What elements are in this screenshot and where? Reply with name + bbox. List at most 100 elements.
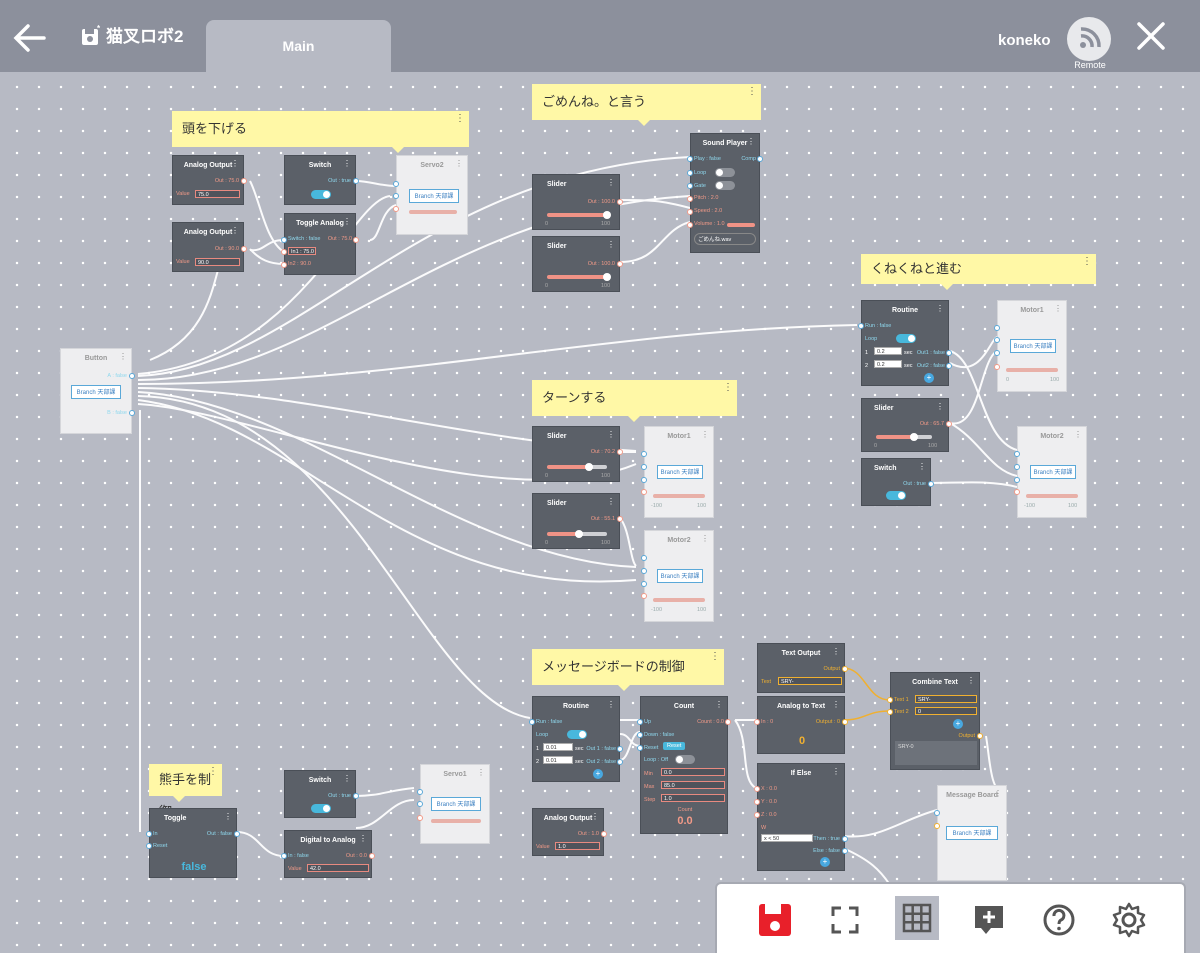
node-menu-icon[interactable]: ⋮ [607, 497, 615, 506]
note-turn[interactable]: ターンする ⋮ [532, 380, 737, 422]
slider-knob[interactable] [585, 463, 593, 471]
output-port[interactable] [353, 237, 359, 243]
value-field[interactable]: 75.0 [195, 190, 240, 198]
loop-toggle[interactable] [567, 730, 587, 739]
node-menu-icon[interactable]: ⋮ [701, 534, 709, 543]
node-digital-to-analog[interactable]: Digital to Analog ⋮ In : false Out : 0.0… [281, 830, 375, 878]
input-port[interactable] [529, 719, 535, 725]
input-port[interactable] [393, 181, 399, 187]
output-port[interactable] [129, 410, 135, 416]
output-port[interactable] [946, 350, 952, 356]
input-port[interactable] [637, 719, 643, 725]
grid-icon[interactable] [895, 896, 939, 940]
branch-button[interactable]: Branch 天部課 [1030, 465, 1076, 479]
output-port[interactable] [842, 836, 848, 842]
input-port[interactable] [687, 209, 693, 215]
condition-field[interactable]: x < 50 [761, 834, 813, 842]
add-input-icon[interactable]: + [820, 857, 830, 867]
node-switch-1[interactable]: Switch ⋮ Out : true [284, 155, 359, 205]
output-port[interactable] [928, 481, 934, 487]
input-port[interactable] [754, 786, 760, 792]
node-menu-icon[interactable]: ⋮ [832, 647, 840, 656]
output-port[interactable] [946, 363, 952, 369]
time-field[interactable]: 0.01 [543, 756, 573, 764]
node-menu-icon[interactable]: ⋮ [936, 304, 944, 313]
node-slider-speed[interactable]: Slider ⋮ Out : 100.0 0 100 [532, 236, 623, 292]
node-menu-icon[interactable]: ⋮ [1074, 430, 1082, 439]
node-menu-icon[interactable]: ⋮ [224, 812, 232, 821]
output-port[interactable] [617, 516, 623, 522]
note-menu-icon[interactable]: ⋮ [208, 766, 218, 778]
node-routine-1[interactable]: Routine ⋮ Run : false Loop 1 0.2 sec Out… [858, 300, 952, 386]
node-menu-icon[interactable]: ⋮ [967, 676, 975, 685]
time-field[interactable]: 0.2 [874, 347, 902, 355]
input-port[interactable] [641, 593, 647, 599]
note-head-down[interactable]: 頭を下げる ⋮ [172, 111, 469, 153]
input-port[interactable] [934, 823, 940, 829]
input-port[interactable] [1014, 477, 1020, 483]
output-port[interactable] [842, 666, 848, 672]
node-menu-icon[interactable]: ⋮ [918, 462, 926, 471]
fullscreen-icon[interactable] [825, 900, 865, 940]
input-port[interactable] [637, 745, 643, 751]
node-menu-icon[interactable]: ⋮ [231, 159, 239, 168]
node-motor2-turn[interactable]: Motor2 ⋮ Branch 天部課 -100 100 [641, 530, 714, 622]
reset-button[interactable]: Reset [663, 742, 686, 750]
node-menu-icon[interactable]: ⋮ [477, 768, 485, 777]
input-port[interactable] [281, 853, 287, 859]
input-port[interactable] [1014, 489, 1020, 495]
input-port[interactable] [887, 709, 893, 715]
note-menu-icon[interactable]: ⋮ [1082, 256, 1092, 268]
node-menu-icon[interactable]: ⋮ [343, 774, 351, 783]
branch-button[interactable]: Branch 天部課 [657, 569, 703, 583]
node-message-board[interactable]: Message Board ⋮ Branch 天部課 [934, 785, 1007, 881]
tab-main[interactable]: Main [206, 20, 391, 72]
node-slider-turn-1[interactable]: Slider ⋮ Out : 70.2 0 100 [532, 426, 623, 482]
node-menu-icon[interactable]: ⋮ [832, 767, 840, 776]
note-menu-icon[interactable]: ⋮ [723, 382, 733, 394]
output-port[interactable] [241, 178, 247, 184]
node-menu-icon[interactable]: ⋮ [1054, 304, 1062, 313]
node-slider-pitch[interactable]: Slider ⋮ Out : 100.0 0 100 [532, 174, 623, 230]
node-combine-text[interactable]: Combine Text ⋮ Text 1 SRY- Text 2 0 + Ou… [887, 672, 983, 770]
output-port[interactable] [241, 246, 247, 252]
input-port[interactable] [417, 789, 423, 795]
input-port[interactable] [637, 732, 643, 738]
input-port[interactable] [146, 831, 152, 837]
output-port[interactable] [725, 719, 731, 725]
input-port[interactable] [687, 183, 693, 189]
node-menu-icon[interactable]: ⋮ [701, 430, 709, 439]
input-port[interactable] [393, 193, 399, 199]
branch-button[interactable]: Branch 天部課 [431, 797, 481, 811]
input-port[interactable] [934, 810, 940, 816]
node-menu-icon[interactable]: ⋮ [591, 812, 599, 821]
value-field[interactable]: 1.0 [555, 842, 600, 850]
gate-toggle[interactable] [715, 181, 735, 190]
input-port[interactable] [641, 555, 647, 561]
loop-toggle[interactable] [675, 755, 695, 764]
note-rake[interactable]: 熊手を制御⋮ [149, 764, 222, 819]
node-if-else[interactable]: If Else ⋮ X : 0.0 Y : 0.0 Z : 0.0 W x < … [754, 763, 848, 871]
node-motor2-wiggle[interactable]: Motor2 ⋮ Branch 天部課 -100 100 [1014, 426, 1087, 518]
note-menu-icon[interactable]: ⋮ [455, 113, 465, 125]
input-port[interactable] [887, 697, 893, 703]
input-port[interactable] [1014, 464, 1020, 470]
input-port[interactable] [641, 464, 647, 470]
node-count[interactable]: Count ⋮ Up Count : 0.0 Down : false Rese… [637, 696, 731, 834]
text2-field[interactable]: 0 [915, 707, 977, 715]
node-menu-icon[interactable]: ⋮ [607, 240, 615, 249]
loop-toggle[interactable] [896, 334, 916, 343]
input-port[interactable] [146, 843, 152, 849]
node-motor1-wiggle[interactable]: Motor1 ⋮ Branch 天部課 0 100 [994, 300, 1067, 392]
node-toggle[interactable]: Toggle ⋮ In Out : false Reset false [146, 808, 240, 878]
output-port[interactable] [977, 733, 983, 739]
output-port[interactable] [369, 853, 375, 859]
input-port[interactable] [281, 237, 287, 243]
input-port[interactable] [754, 719, 760, 725]
remote-button[interactable] [1067, 17, 1111, 61]
node-menu-icon[interactable]: ⋮ [343, 217, 351, 226]
node-analog-output-1[interactable]: Analog Output ⋮ Out : 75.0 Value 75.0 [172, 155, 247, 205]
switch-toggle[interactable] [886, 491, 906, 500]
input-port[interactable] [994, 337, 1000, 343]
note-message-board[interactable]: メッセージボードの制御 ⋮ [532, 649, 724, 691]
